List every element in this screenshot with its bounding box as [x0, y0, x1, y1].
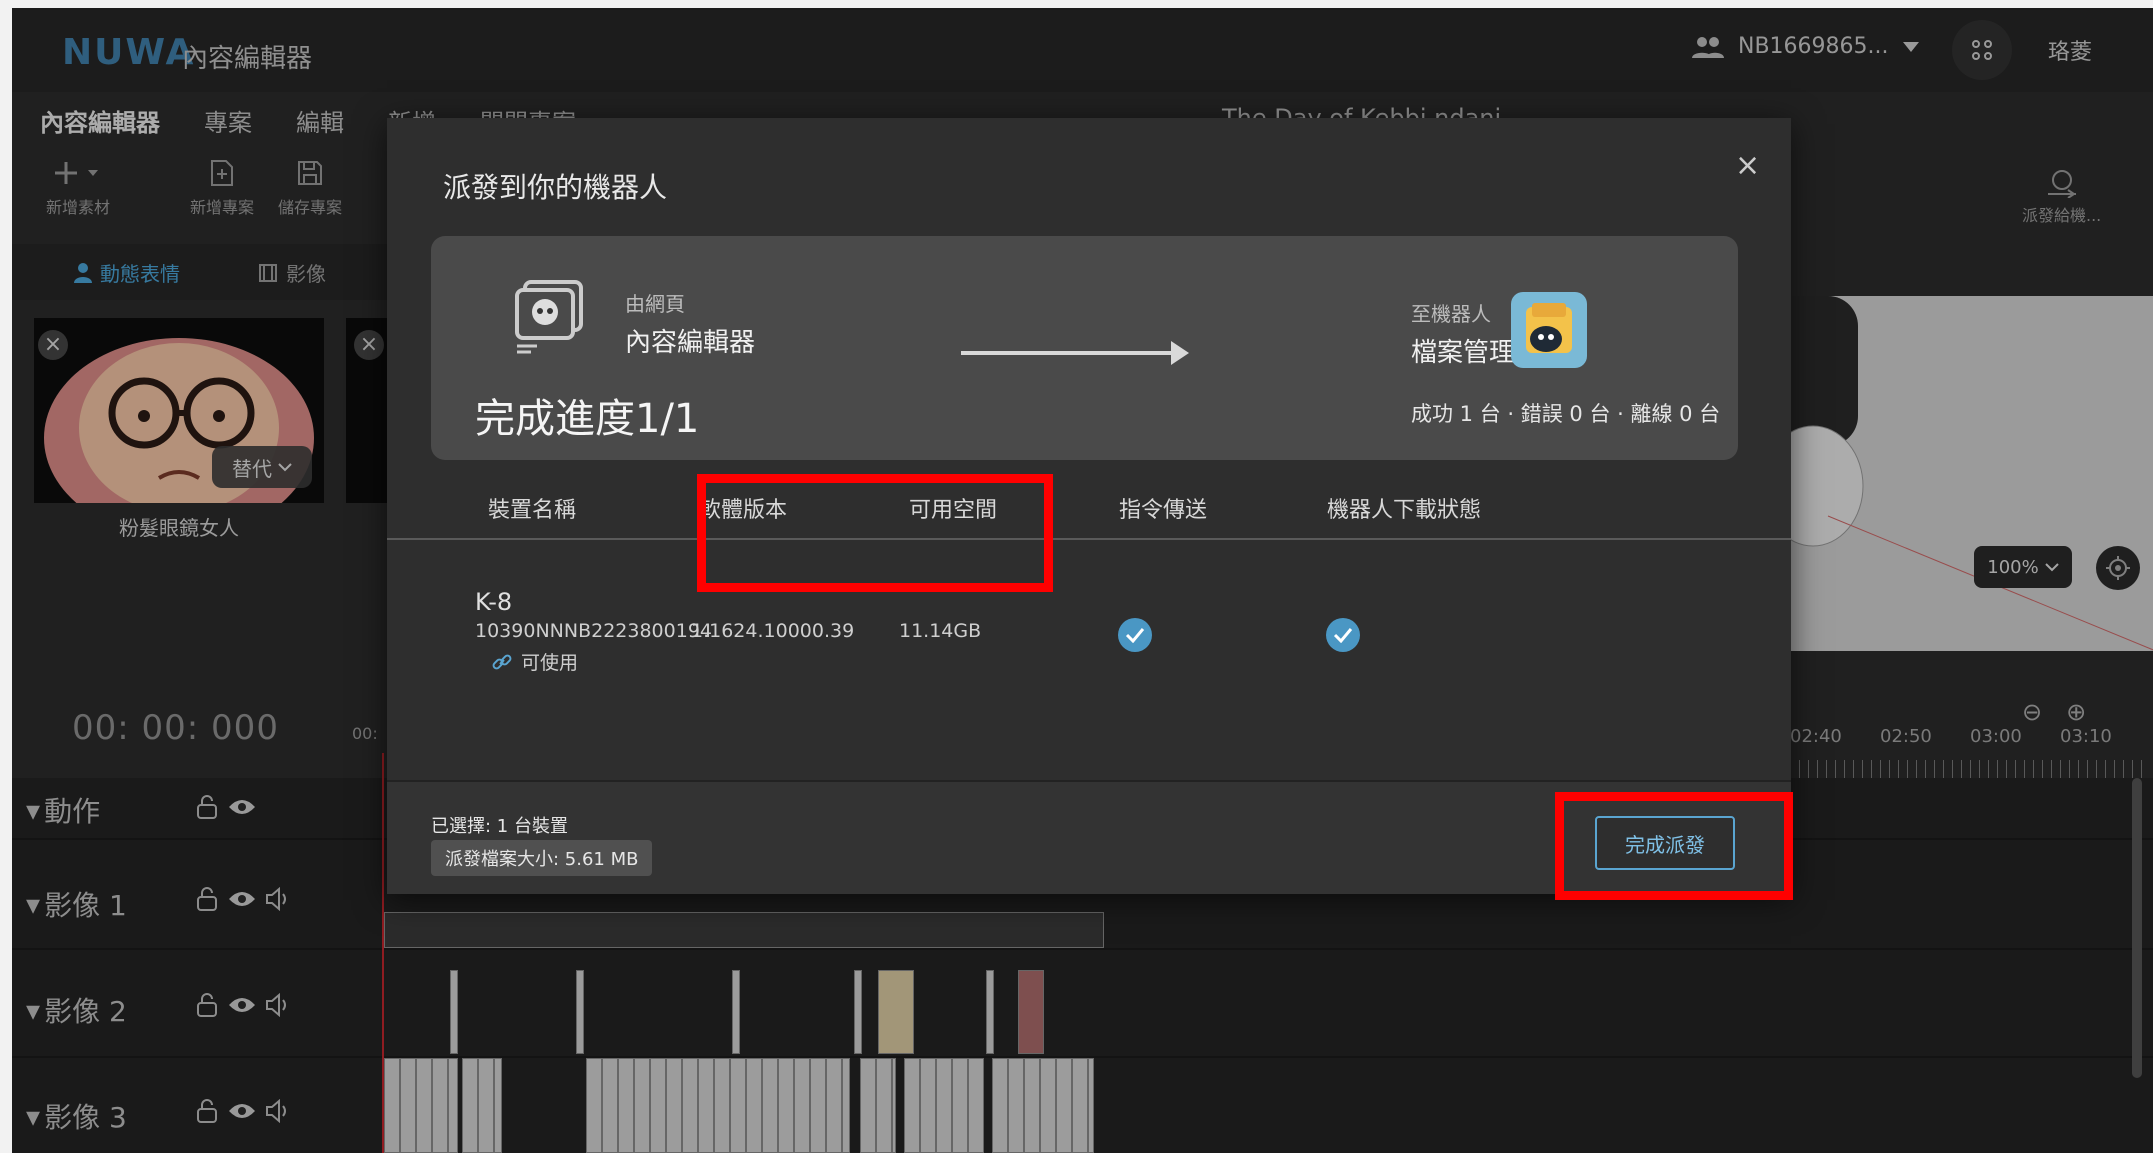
- progress-text: 完成進度1/1: [475, 396, 700, 442]
- link-icon: [492, 654, 512, 669]
- highlight-box-status: [697, 474, 1053, 592]
- selected-count: 已選擇: 1 台裝置: [431, 816, 568, 837]
- device-version: 1.1624.10000.39: [691, 620, 855, 642]
- source-label: 由網頁: [625, 292, 685, 316]
- device-status: 可使用: [491, 648, 578, 675]
- file-manager-app-icon: [1511, 292, 1587, 368]
- col-command-sent: 指令傳送: [1119, 498, 1208, 523]
- target-name: 檔案管理: [1411, 338, 1516, 368]
- device-space: 11.14GB: [899, 620, 982, 642]
- app-window: NUWA 內容編輯器 NB1669865... 珞菱 內容編輯器 專案 編輯 新…: [12, 8, 2153, 1153]
- device-serial: 10390NNNB2223800194: [475, 620, 712, 642]
- arrow-right-icon: [961, 341, 1189, 365]
- web-robot-icon: [511, 278, 587, 358]
- command-sent-check-icon: [1118, 618, 1152, 652]
- download-complete-check-icon: [1326, 618, 1360, 652]
- col-device-name: 裝置名稱: [488, 498, 577, 523]
- source-name: 內容編輯器: [625, 328, 756, 358]
- device-name: K-8: [475, 588, 513, 616]
- highlight-box-finish: [1555, 792, 1793, 900]
- result-stats: 成功 1 台 · 錯誤 0 台 · 離線 0 台: [1411, 402, 1721, 426]
- dispatch-dialog: 派發到你的機器人 × 由網頁 內容編輯器 至機器人 檔案管理 完成進度1/1 成…: [387, 118, 1791, 894]
- target-label: 至機器人: [1411, 302, 1491, 326]
- dialog-title: 派發到你的機器人: [443, 171, 668, 204]
- col-download-status: 機器人下載狀態: [1327, 498, 1482, 523]
- dispatch-flow-panel: 由網頁 內容編輯器 至機器人 檔案管理 完成進度1/1 成功 1 台 · 錯誤 …: [431, 236, 1738, 460]
- device-table-header: 裝置名稱 軟體版本 可用空間 指令傳送 機器人下載狀態: [387, 480, 1791, 540]
- close-icon[interactable]: ×: [1735, 148, 1760, 183]
- device-status-label: 可使用: [521, 652, 579, 674]
- file-size-badge: 派發檔案大小: 5.61 MB: [431, 840, 653, 876]
